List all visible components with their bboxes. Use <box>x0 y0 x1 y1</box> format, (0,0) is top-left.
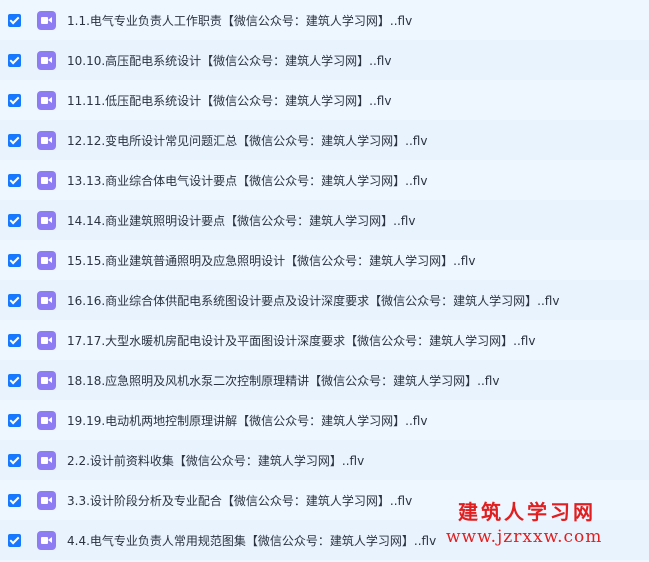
checkbox[interactable] <box>8 293 21 307</box>
file-row[interactable]: 18.18.应急照明及风机水泵二次控制原理精讲【微信公众号：建筑人学习网】..f… <box>0 360 649 400</box>
file-row[interactable]: 2.2.设计前资料收集【微信公众号：建筑人学习网】..flv <box>0 440 649 480</box>
checkbox[interactable] <box>8 533 21 547</box>
checkbox[interactable] <box>8 253 21 267</box>
file-name[interactable]: 17.17.大型水暖机房配电设计及平面图设计深度要求【微信公众号：建筑人学习网】… <box>67 332 535 349</box>
file-name[interactable]: 11.11.低压配电系统设计【微信公众号：建筑人学习网】..flv <box>67 92 391 109</box>
video-file-icon <box>37 330 56 350</box>
video-file-icon <box>37 210 56 230</box>
watermark-url: www.jzrxxw.com <box>446 527 603 547</box>
checkbox[interactable] <box>8 333 21 347</box>
file-row[interactable]: 14.14.商业建筑照明设计要点【微信公众号：建筑人学习网】..flv <box>0 200 649 240</box>
video-file-icon <box>37 10 56 30</box>
file-name[interactable]: 3.3.设计阶段分析及专业配合【微信公众号：建筑人学习网】..flv <box>67 492 412 509</box>
checkbox[interactable] <box>8 13 21 27</box>
video-file-icon <box>37 370 56 390</box>
video-file-icon <box>37 250 56 270</box>
file-row[interactable]: 15.15.商业建筑普通照明及应急照明设计【微信公众号：建筑人学习网】..flv <box>0 240 649 280</box>
checkbox[interactable] <box>8 413 21 427</box>
file-row[interactable]: 13.13.商业综合体电气设计要点【微信公众号：建筑人学习网】..flv <box>0 160 649 200</box>
file-name[interactable]: 15.15.商业建筑普通照明及应急照明设计【微信公众号：建筑人学习网】..flv <box>67 252 475 269</box>
file-row[interactable]: 12.12.变电所设计常见问题汇总【微信公众号：建筑人学习网】..flv <box>0 120 649 160</box>
video-file-icon <box>37 450 56 470</box>
video-file-icon <box>37 90 56 110</box>
file-list: 1.1.电气专业负责人工作职责【微信公众号：建筑人学习网】..flv 10.10… <box>0 0 649 560</box>
file-row[interactable]: 11.11.低压配电系统设计【微信公众号：建筑人学习网】..flv <box>0 80 649 120</box>
file-name[interactable]: 1.1.电气专业负责人工作职责【微信公众号：建筑人学习网】..flv <box>67 12 412 29</box>
watermark-title: 建筑人学习网 <box>458 500 596 524</box>
checkbox[interactable] <box>8 493 21 507</box>
file-name[interactable]: 16.16.商业综合体供配电系统图设计要点及设计深度要求【微信公众号：建筑人学习… <box>67 292 559 309</box>
file-row[interactable]: 16.16.商业综合体供配电系统图设计要点及设计深度要求【微信公众号：建筑人学习… <box>0 280 649 320</box>
checkbox[interactable] <box>8 453 21 467</box>
file-name[interactable]: 10.10.高压配电系统设计【微信公众号：建筑人学习网】..flv <box>67 52 391 69</box>
video-file-icon <box>37 170 56 190</box>
video-file-icon <box>37 130 56 150</box>
video-file-icon <box>37 490 56 510</box>
file-name[interactable]: 4.4.电气专业负责人常用规范图集【微信公众号：建筑人学习网】..flv <box>67 532 436 549</box>
checkbox[interactable] <box>8 93 21 107</box>
checkbox[interactable] <box>8 213 21 227</box>
video-file-icon <box>37 410 56 430</box>
video-file-icon <box>37 290 56 310</box>
checkbox[interactable] <box>8 373 21 387</box>
file-name[interactable]: 14.14.商业建筑照明设计要点【微信公众号：建筑人学习网】..flv <box>67 212 415 229</box>
file-row[interactable]: 19.19.电动机两地控制原理讲解【微信公众号：建筑人学习网】..flv <box>0 400 649 440</box>
file-name[interactable]: 2.2.设计前资料收集【微信公众号：建筑人学习网】..flv <box>67 452 364 469</box>
video-file-icon <box>37 530 56 550</box>
file-row[interactable]: 10.10.高压配电系统设计【微信公众号：建筑人学习网】..flv <box>0 40 649 80</box>
checkbox[interactable] <box>8 53 21 67</box>
file-name[interactable]: 18.18.应急照明及风机水泵二次控制原理精讲【微信公众号：建筑人学习网】..f… <box>67 372 499 389</box>
file-row[interactable]: 17.17.大型水暖机房配电设计及平面图设计深度要求【微信公众号：建筑人学习网】… <box>0 320 649 360</box>
checkbox[interactable] <box>8 173 21 187</box>
file-name[interactable]: 13.13.商业综合体电气设计要点【微信公众号：建筑人学习网】..flv <box>67 172 427 189</box>
video-file-icon <box>37 50 56 70</box>
checkbox[interactable] <box>8 133 21 147</box>
file-name[interactable]: 19.19.电动机两地控制原理讲解【微信公众号：建筑人学习网】..flv <box>67 412 427 429</box>
file-row[interactable]: 1.1.电气专业负责人工作职责【微信公众号：建筑人学习网】..flv <box>0 0 649 40</box>
file-name[interactable]: 12.12.变电所设计常见问题汇总【微信公众号：建筑人学习网】..flv <box>67 132 427 149</box>
